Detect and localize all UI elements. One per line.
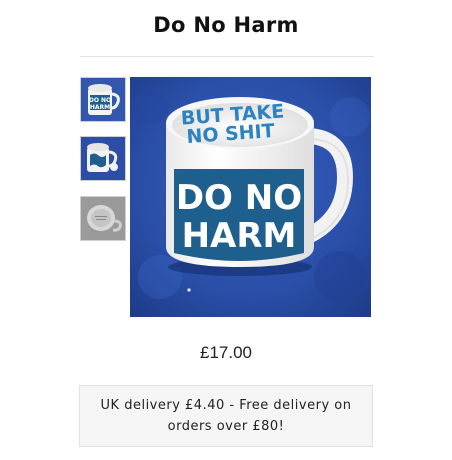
thumbnail-mug-front[interactable]: DO NO HARM (80, 77, 126, 122)
product-title: Do No Harm (153, 13, 299, 37)
product-price: £17.00 (200, 343, 252, 362)
product-main-image[interactable]: BUT TAKE NO SHIT DO NO HARM (130, 77, 371, 317)
delivery-info-line2: orders over £80! (167, 419, 285, 434)
delivery-info-line1: UK delivery £4.40 - Free delivery on (100, 398, 352, 413)
delivery-info-box: UK delivery £4.40 - Free delivery on ord… (79, 385, 373, 447)
thumbnail-mug-bottom[interactable] (80, 196, 126, 241)
title-divider (80, 56, 374, 57)
svg-text:DO NO: DO NO (176, 178, 302, 218)
svg-text:HARM: HARM (90, 104, 110, 111)
thumbnail-mug-side[interactable] (80, 136, 126, 181)
svg-text:HARM: HARM (182, 216, 297, 256)
svg-text:DO NO: DO NO (89, 97, 111, 104)
